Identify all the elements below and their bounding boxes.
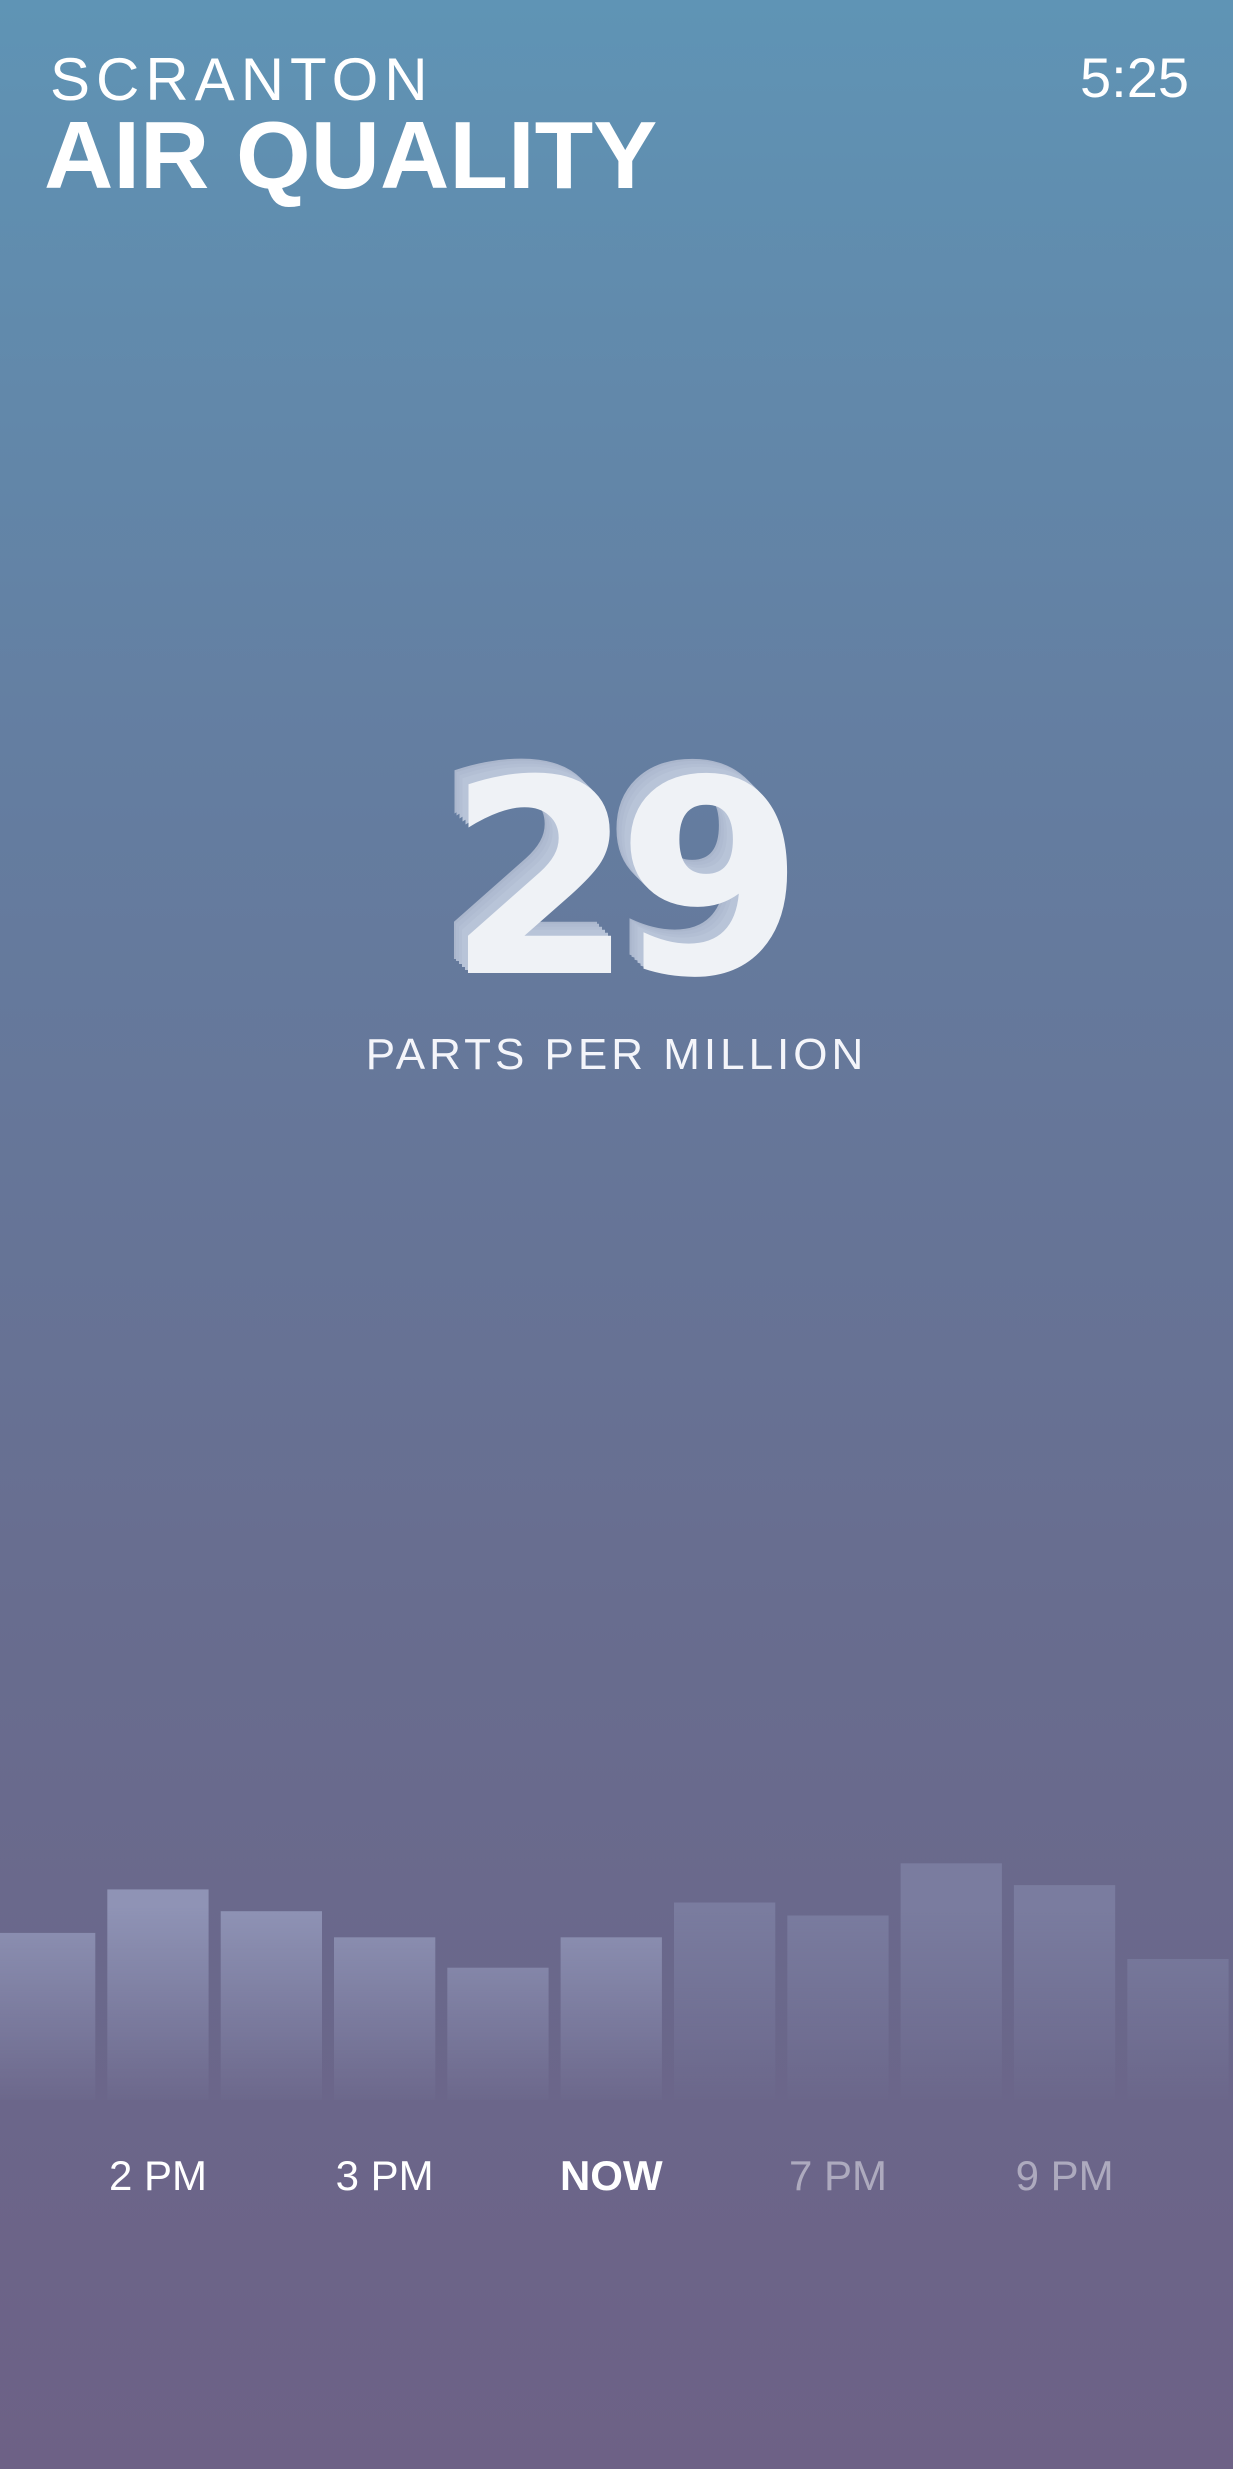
chart-bar [334, 1937, 436, 2101]
chart-bar [220, 1911, 322, 2100]
air-quality-bar-chart [0, 1660, 1233, 2110]
chart-bar [787, 1915, 889, 2100]
chart-bar [0, 1932, 96, 2100]
city-name: SCRANTON [50, 46, 434, 113]
air-quality-reading: 29 [446, 722, 805, 1037]
page-title: AIR QUALITY [44, 102, 658, 209]
chart-bar [900, 1863, 1002, 2100]
time-label-9-pm[interactable]: 9 PM [965, 2150, 1165, 2202]
time-axis: 2 PM 3 PM NOW 7 PM 9 PM [0, 2150, 1233, 2210]
time-label-now[interactable]: NOW [511, 2150, 711, 2202]
chart-bar [674, 1902, 776, 2100]
chart-bar [447, 1967, 549, 2100]
chart-bar [560, 1937, 662, 2101]
time-label-7-pm[interactable]: 7 PM [738, 2150, 938, 2202]
time-label-3-pm[interactable]: 3 PM [285, 2150, 485, 2202]
reading-unit: PARTS PER MILLION [365, 1030, 868, 1079]
time-label-2-pm[interactable]: 2 PM [58, 2150, 258, 2202]
chart-bar [107, 1889, 209, 2100]
chart-bar [1127, 1959, 1229, 2100]
chart-bar [1013, 1885, 1116, 2100]
clock: 5:25 [1080, 46, 1189, 109]
chart-svg [0, 1863, 1229, 2101]
